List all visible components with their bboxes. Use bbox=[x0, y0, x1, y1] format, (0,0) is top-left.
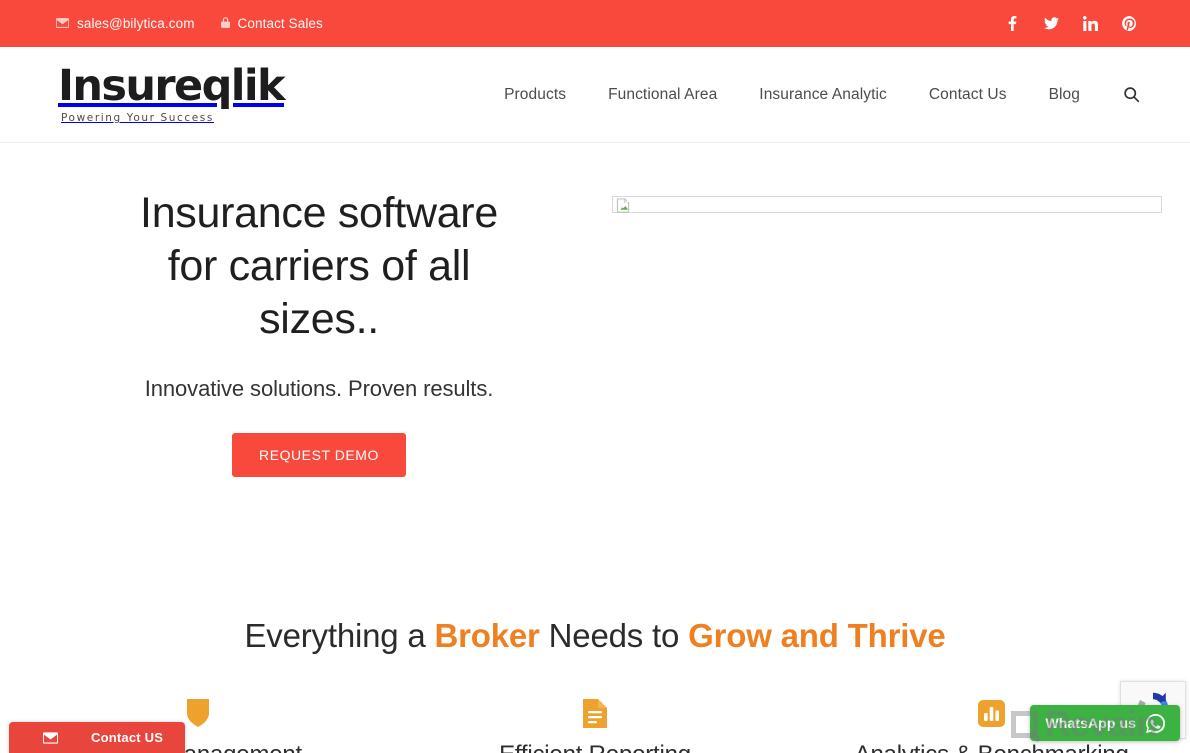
top-utility-bar: sales@bilytica.com Contact Sales bbox=[0, 0, 1190, 47]
features-heading-part2: Needs to bbox=[539, 617, 689, 654]
request-demo-button[interactable]: REQUEST DEMO bbox=[232, 432, 406, 477]
search-icon[interactable] bbox=[1101, 86, 1148, 103]
hero-subtitle: Innovative solutions. Proven results. bbox=[144, 375, 494, 401]
nav-item-insurance-analytic[interactable]: Insurance Analytic bbox=[738, 86, 908, 104]
hero-media-column bbox=[612, 187, 1190, 609]
contact-sales-link[interactable]: Contact Sales bbox=[220, 16, 323, 31]
social-links-group bbox=[1004, 15, 1138, 32]
lock-icon bbox=[220, 17, 230, 30]
whatsapp-button-label: WhatsApp us bbox=[1045, 715, 1136, 731]
page-root: sales@bilytica.com Contact Sales Insureq… bbox=[0, 0, 1190, 753]
site-header: Insureqlik Powering Your Success Product… bbox=[0, 47, 1190, 143]
email-text: sales@bilytica.com bbox=[77, 16, 195, 31]
topbar-left-group: sales@bilytica.com Contact Sales bbox=[56, 16, 323, 31]
nav-item-functional-area[interactable]: Functional Area bbox=[587, 86, 738, 104]
email-link[interactable]: sales@bilytica.com bbox=[56, 16, 195, 31]
features-heading-highlight2: Grow and Thrive bbox=[688, 617, 946, 654]
main-navigation: Products Functional Area Insurance Analy… bbox=[483, 86, 1148, 104]
page-title: Insurance software for carriers of all s… bbox=[129, 187, 509, 346]
hero-section: Insurance software for carriers of all s… bbox=[0, 143, 1190, 609]
contact-us-tab-label: Contact US bbox=[91, 730, 164, 745]
broken-image-icon bbox=[616, 198, 631, 213]
feature-item: Efficient Reporting bbox=[397, 696, 794, 753]
facebook-icon[interactable] bbox=[1004, 15, 1021, 32]
linkedin-icon[interactable] bbox=[1082, 15, 1099, 32]
hero-copy-column: Insurance software for carriers of all s… bbox=[0, 187, 612, 609]
whatsapp-icon bbox=[1146, 713, 1166, 733]
site-logo[interactable]: Insureqlik Powering Your Success bbox=[58, 61, 286, 125]
bar-chart-icon bbox=[978, 696, 1006, 730]
whatsapp-button[interactable]: WhatsApp us bbox=[1030, 705, 1180, 741]
features-heading-part1: Everything a bbox=[244, 617, 435, 654]
envelope-icon bbox=[56, 17, 69, 30]
hero-title-line-1: Insurance software bbox=[140, 189, 498, 237]
nav-item-products[interactable]: Products bbox=[483, 86, 587, 104]
pinterest-icon[interactable] bbox=[1121, 15, 1138, 32]
shield-icon bbox=[187, 696, 210, 730]
feature-label: Analytics & Benchmarking bbox=[855, 741, 1129, 753]
twitter-icon[interactable] bbox=[1043, 15, 1060, 32]
feature-label: Efficient Reporting bbox=[499, 741, 691, 753]
hero-title-line-2: for carriers of all bbox=[167, 241, 471, 290]
hero-image-placeholder bbox=[612, 196, 1162, 213]
contact-us-tab[interactable]: Contact US bbox=[9, 722, 186, 753]
document-icon bbox=[583, 696, 607, 730]
features-heading: Everything a Broker Needs to Grow and Th… bbox=[0, 617, 1190, 655]
nav-item-blog[interactable]: Blog bbox=[1028, 86, 1101, 104]
contact-sales-text: Contact Sales bbox=[237, 16, 323, 31]
envelope-icon bbox=[33, 722, 67, 753]
features-heading-highlight1: Broker bbox=[434, 617, 540, 654]
hero-title-line-3: sizes.. bbox=[259, 294, 379, 343]
logo-wordmark: Insureqlik bbox=[58, 61, 286, 111]
logo-tagline: Powering Your Success bbox=[61, 112, 214, 124]
nav-item-contact-us[interactable]: Contact Us bbox=[908, 86, 1028, 104]
